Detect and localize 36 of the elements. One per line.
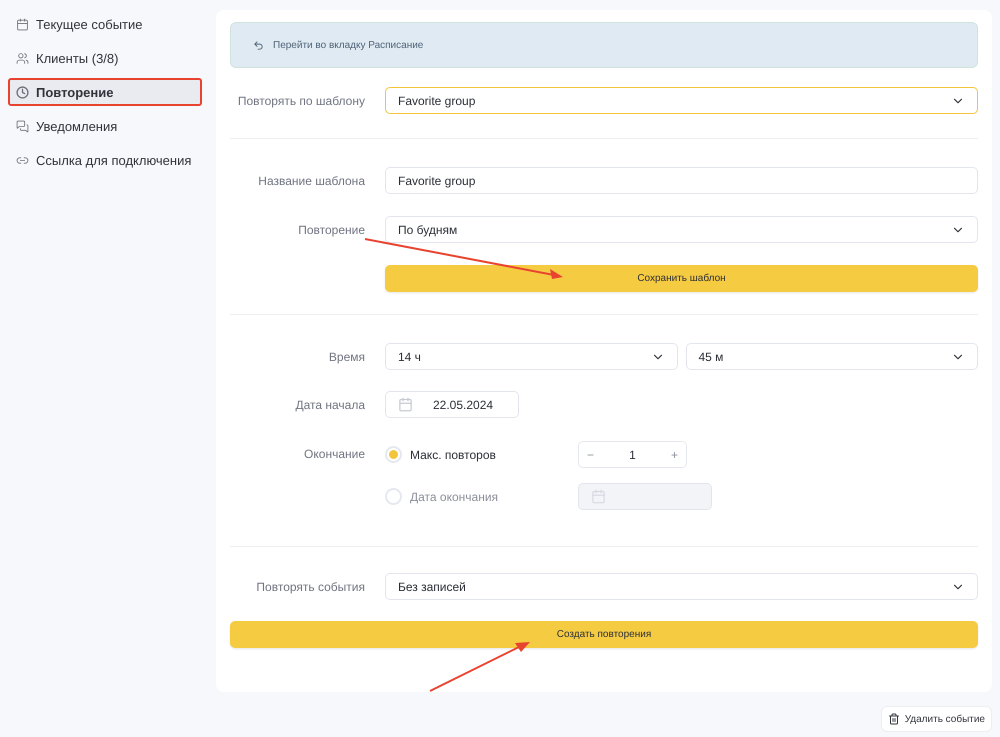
calendar-icon xyxy=(16,18,29,30)
clock-icon xyxy=(16,86,29,98)
chat-icon xyxy=(16,120,29,132)
minutes-dropdown[interactable]: 45 м xyxy=(686,343,978,370)
calendar-icon xyxy=(591,489,606,504)
template-dropdown[interactable]: Favorite group xyxy=(385,87,978,114)
sidebar-item[interactable]: Ссылка для подключения xyxy=(8,146,202,174)
field-label: Название шаблона xyxy=(257,174,365,188)
input-field[interactable]: Favorite group xyxy=(385,167,978,194)
create-repeats-button[interactable]: Создать повторения xyxy=(230,621,978,648)
field-label: Повторять по шаблону xyxy=(236,94,365,108)
field-label: Дата начала xyxy=(294,398,365,412)
hours-dropdown[interactable]: 14 ч xyxy=(385,343,678,370)
sidebar-item[interactable]: Текущее событие xyxy=(8,10,202,38)
calendar-icon xyxy=(398,397,413,412)
sidebar-item[interactable]: Клиенты (3/8) xyxy=(8,44,202,72)
repeat-dropdown[interactable]: По будням xyxy=(385,216,978,243)
undo-icon xyxy=(253,40,264,50)
option-label: Дата окончания xyxy=(410,490,500,504)
counter-value: 1 xyxy=(629,448,636,462)
trash-icon xyxy=(888,713,900,725)
sidebar-item[interactable]: Уведомления xyxy=(8,112,202,140)
field-label: Повторять события xyxy=(255,580,365,594)
delete-event-button[interactable]: Удалить событие xyxy=(880,706,992,732)
sidebar-item[interactable]: Повторение xyxy=(8,78,202,106)
repeat-events-dropdown[interactable]: Без записей xyxy=(385,573,978,600)
field-label: Окончание xyxy=(303,446,365,461)
field-label: Время xyxy=(328,350,365,364)
radio-button[interactable] xyxy=(385,446,402,463)
notice-text: Перейти во вкладку Расписание xyxy=(273,40,424,50)
field-label: Повторение xyxy=(297,222,365,236)
users-icon xyxy=(16,52,29,64)
save-template-button[interactable]: Сохранить шаблон xyxy=(385,265,978,292)
date-field[interactable]: 22.05.2024 xyxy=(385,391,519,418)
notice-banner[interactable]: Перейти во вкладку Расписание xyxy=(230,22,978,68)
option-label: Макс. повторов xyxy=(410,448,497,462)
